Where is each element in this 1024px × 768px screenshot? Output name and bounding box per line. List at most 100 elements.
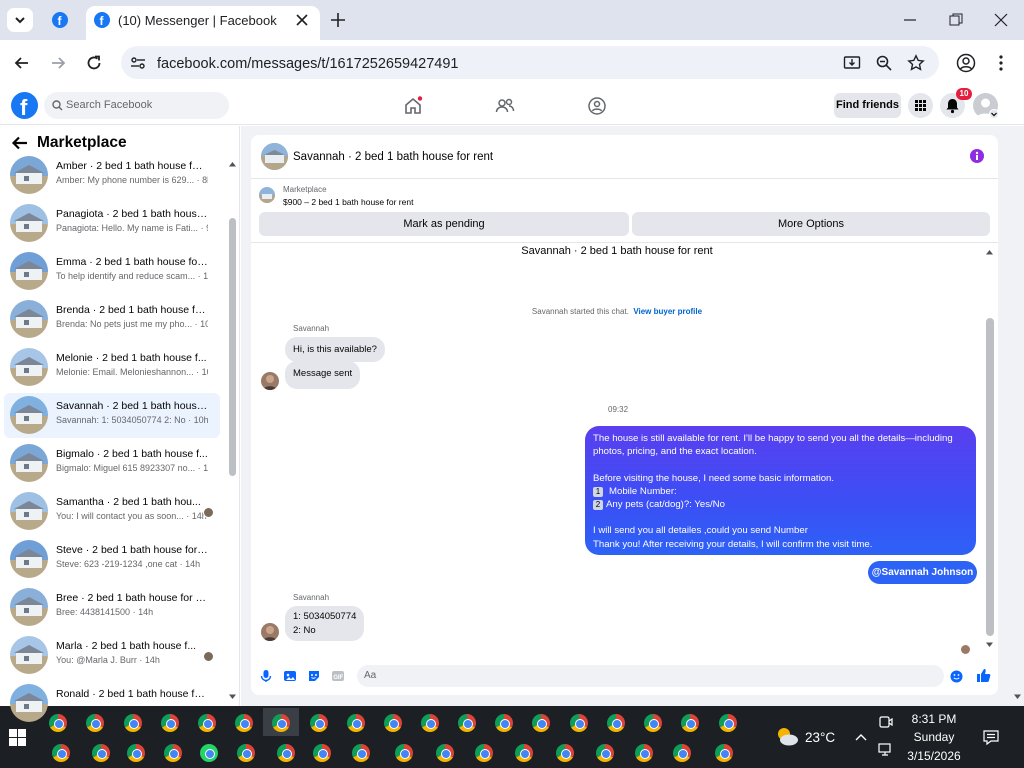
chrome-app-icon[interactable] [556, 744, 574, 762]
chrome-app-icon[interactable] [644, 714, 662, 732]
chrome-app-icon[interactable] [124, 714, 142, 732]
sidebar-scroll-up-icon[interactable] [228, 160, 237, 168]
conversation-item[interactable]: Brenda · 2 bed 1 bath house for... Brenda… [4, 297, 220, 342]
clock-date[interactable]: 3/15/2026 [903, 749, 965, 763]
chrome-app-icon[interactable] [458, 714, 476, 732]
outgoing-message[interactable]: The house is still available for rent. I… [585, 426, 976, 555]
conversation-item[interactable]: Bigmalo · 2 bed 1 bath house f... Bigmalo… [4, 441, 220, 486]
chrome-app-icon[interactable] [436, 744, 454, 762]
sticker-icon[interactable] [307, 669, 321, 683]
chrome-app-icon[interactable] [570, 714, 588, 732]
chrome-app-icon[interactable] [384, 714, 402, 732]
microphone-icon[interactable] [259, 669, 273, 683]
sidebar-scroll-down-icon[interactable] [228, 693, 237, 701]
chrome-app-icon[interactable] [719, 714, 737, 732]
chrome-app-icon[interactable] [272, 714, 290, 732]
conversation-item[interactable]: Emma · 2 bed 1 bath house for ... To help… [4, 249, 220, 294]
chat-scrollbar[interactable] [986, 318, 994, 636]
account-chevron-icon[interactable] [989, 109, 999, 119]
sender-avatar[interactable] [261, 623, 279, 641]
chrome-app-icon[interactable] [635, 744, 653, 762]
home-icon[interactable] [403, 96, 423, 116]
weather-icon[interactable] [774, 724, 800, 750]
chrome-app-icon[interactable] [421, 714, 439, 732]
chrome-app-icon[interactable] [161, 714, 179, 732]
chat-title[interactable]: Savannah · 2 bed 1 bath house for rent [293, 151, 493, 163]
chrome-app-icon[interactable] [52, 744, 70, 762]
conversation-item[interactable]: Bree · 2 bed 1 bath house for re... Bree:… [4, 585, 220, 630]
close-window-icon[interactable] [993, 12, 1009, 28]
listing-mini-thumbnail[interactable] [259, 187, 275, 203]
clock-day[interactable]: Sunday [903, 730, 965, 744]
chrome-app-icon[interactable] [352, 744, 370, 762]
chrome-app-icon[interactable] [596, 744, 614, 762]
new-tab-icon[interactable] [330, 12, 346, 28]
chrome-app-icon[interactable] [127, 744, 145, 762]
groups-icon[interactable] [587, 96, 607, 116]
tab-list-button[interactable] [7, 8, 33, 32]
windows-start-icon[interactable] [9, 729, 26, 746]
chrome-app-icon[interactable] [277, 744, 295, 762]
zoom-icon[interactable] [875, 54, 893, 72]
thumbs-up-icon[interactable] [976, 668, 991, 683]
chrome-app-icon[interactable] [715, 744, 733, 762]
emoji-icon[interactable] [950, 670, 963, 683]
chrome-app-icon[interactable] [681, 714, 699, 732]
chrome-app-icon[interactable] [164, 744, 182, 762]
incoming-message[interactable]: 1: 5034050774 2: No [285, 606, 365, 641]
chrome-app-icon[interactable] [92, 744, 110, 762]
incoming-message[interactable]: Hi, is this available? [285, 337, 385, 362]
chrome-app-icon[interactable] [49, 714, 67, 732]
conversation-item[interactable]: Amber · 2 bed 1 bath house for... Amber: … [4, 153, 220, 198]
conversation-item[interactable]: Marla · 2 bed 1 bath house f... You: @Mar… [4, 633, 220, 678]
chat-listing-thumbnail[interactable] [261, 143, 288, 170]
find-friends-button[interactable]: Find friends [834, 93, 901, 118]
chrome-app-icon[interactable] [86, 714, 104, 732]
photo-icon[interactable] [283, 669, 297, 683]
tab-close-icon[interactable] [295, 13, 309, 27]
gif-icon[interactable]: GIF [331, 669, 345, 683]
view-buyer-profile-link[interactable]: View buyer profile [633, 307, 702, 316]
mention-bubble[interactable]: @Savannah Johnson [868, 561, 977, 584]
chrome-app-icon[interactable] [673, 744, 691, 762]
mark-as-pending-button[interactable]: Mark as pending [259, 212, 629, 236]
chrome-app-icon[interactable] [395, 744, 413, 762]
reload-icon[interactable] [85, 54, 103, 72]
forward-arrow-icon[interactable] [49, 54, 67, 72]
url-text[interactable]: facebook.com/messages/t/1617252659427491 [157, 56, 459, 72]
site-settings-icon[interactable] [129, 54, 147, 72]
bookmark-star-icon[interactable] [907, 54, 925, 72]
back-arrow-icon[interactable] [13, 54, 31, 72]
conversation-item[interactable]: Panagiota · 2 bed 1 bath house ... Panagi… [4, 201, 220, 246]
whatsapp-app-icon[interactable] [200, 744, 218, 762]
meet-now-icon[interactable] [878, 714, 894, 730]
back-arrow-icon[interactable] [11, 135, 29, 151]
conversation-item[interactable]: Savannah · 2 bed 1 bath house ... Savanna… [4, 393, 220, 438]
install-app-icon[interactable] [843, 54, 861, 72]
chrome-app-icon[interactable] [515, 744, 533, 762]
browser-menu-icon[interactable] [995, 54, 1007, 72]
profile-icon[interactable] [956, 53, 976, 73]
temperature[interactable]: 23°C [805, 730, 835, 745]
minimize-icon[interactable] [902, 12, 918, 28]
restore-icon[interactable] [948, 12, 964, 28]
chrome-app-icon[interactable] [607, 714, 625, 732]
conversation-item[interactable]: Melonie · 2 bed 1 bath house f... Melonie… [4, 345, 220, 390]
chrome-app-icon[interactable] [313, 744, 331, 762]
chrome-app-icon[interactable] [198, 714, 216, 732]
facebook-pinned-tab-icon[interactable]: f [52, 12, 68, 28]
sidebar-scrollbar[interactable] [229, 218, 236, 476]
chrome-app-icon[interactable] [310, 714, 328, 732]
chrome-app-icon[interactable] [532, 714, 550, 732]
conversation-item[interactable]: Steve · 2 bed 1 bath house for r... Steve… [4, 537, 220, 582]
menu-grid-button[interactable] [908, 93, 933, 118]
chat-scroll-down-icon[interactable] [985, 641, 994, 649]
chrome-app-icon[interactable] [347, 714, 365, 732]
chrome-app-icon[interactable] [475, 744, 493, 762]
facebook-logo-icon[interactable]: f [11, 92, 38, 119]
notification-center-icon[interactable] [983, 729, 999, 745]
friends-icon[interactable] [495, 96, 515, 116]
sender-avatar[interactable] [261, 372, 279, 390]
chrome-app-icon[interactable] [495, 714, 513, 732]
listing-price-title[interactable]: $900 – 2 bed 1 bath house for rent [283, 197, 413, 207]
